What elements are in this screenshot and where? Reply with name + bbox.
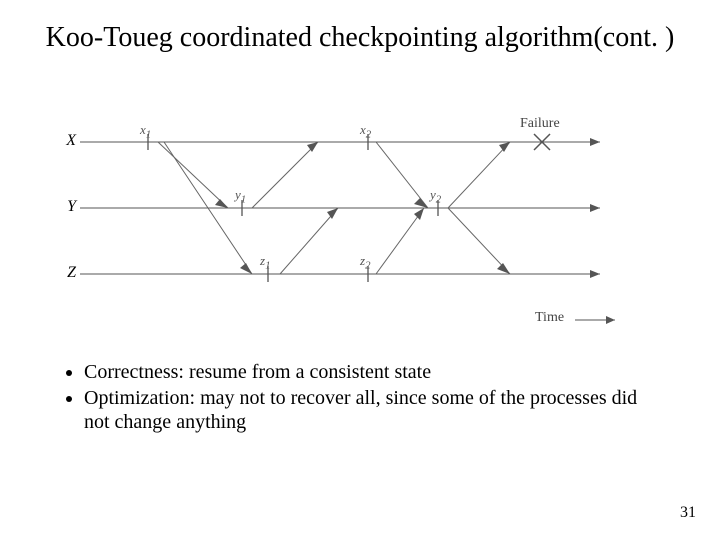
bullet-item: Correctness: resume from a consistent st…: [84, 360, 660, 384]
process-label-z: Z: [50, 264, 76, 282]
page-number: 31: [680, 504, 696, 522]
checkpoint-diagram: X Y Z x1 x2 y1 y2 z1 z2 Failure Time: [80, 120, 640, 340]
event-y1: y1: [235, 187, 246, 206]
process-label-x: X: [50, 132, 76, 150]
event-z1: z1: [260, 253, 270, 272]
bullet-list: Correctness: resume from a consistent st…: [60, 360, 660, 436]
event-y2: y2: [430, 187, 441, 206]
failure-label: Failure: [520, 116, 560, 132]
event-x2: x2: [360, 122, 371, 141]
diagram-svg: [80, 120, 640, 340]
time-label: Time: [535, 310, 564, 326]
slide: Koo-Toueg coordinated checkpointing algo…: [0, 0, 720, 540]
slide-title: Koo-Toueg coordinated checkpointing algo…: [0, 0, 720, 54]
event-x1: x1: [140, 122, 151, 141]
bullet-item: Optimization: may not to recover all, si…: [84, 386, 660, 434]
process-label-y: Y: [50, 198, 76, 216]
event-z2: z2: [360, 253, 370, 272]
